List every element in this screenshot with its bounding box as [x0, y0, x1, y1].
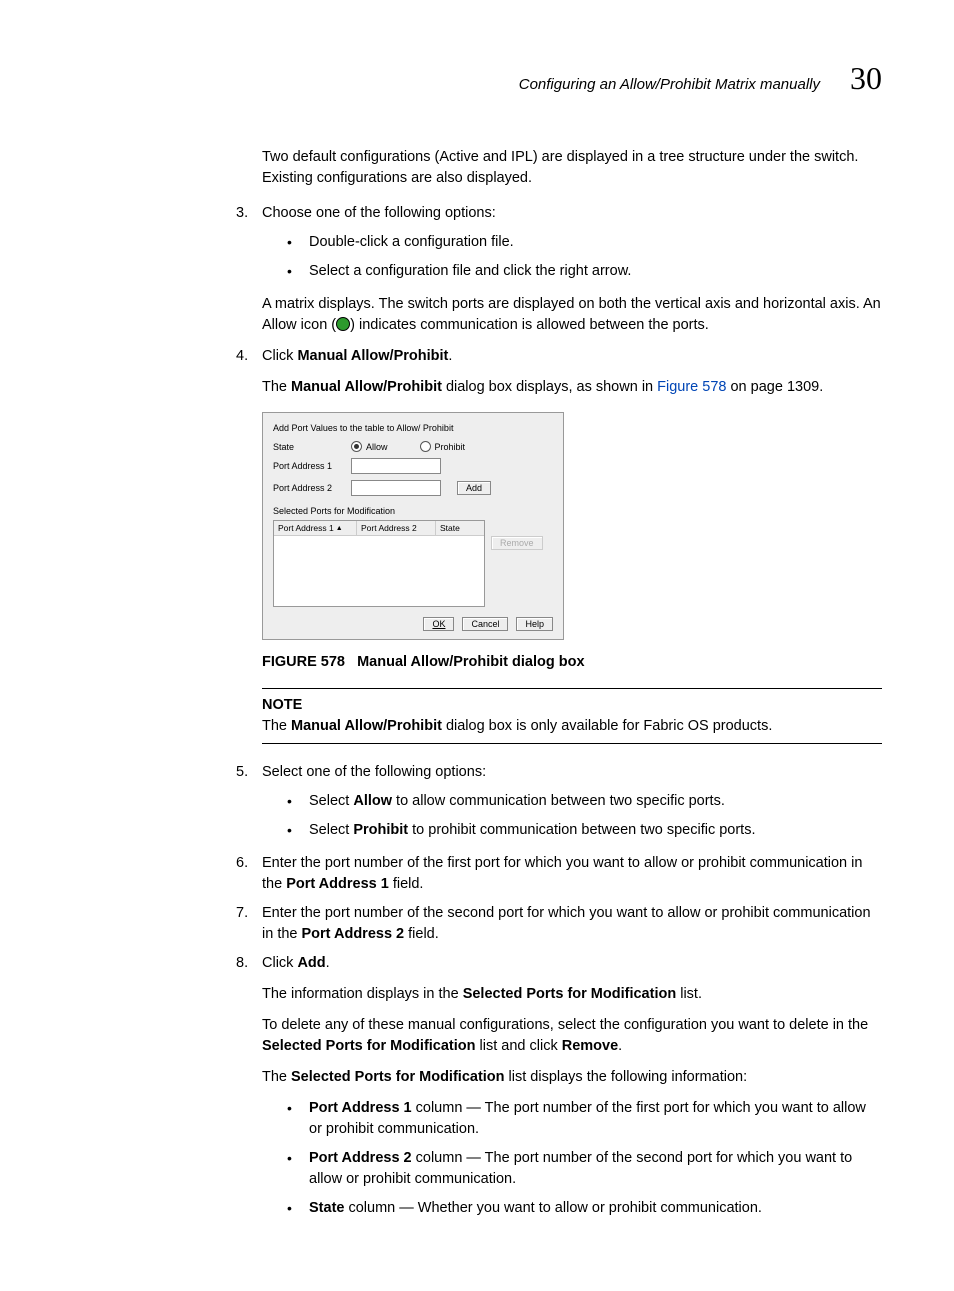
step8-p2: To delete any of these manual configurat… [262, 1015, 882, 1057]
selected-ports-heading: Selected Ports for Modification [273, 506, 553, 516]
ok-button[interactable]: OK [423, 617, 454, 631]
step5-bullets: • Select Allow to allow communication be… [72, 791, 882, 841]
cancel-button[interactable]: Cancel [462, 617, 508, 631]
bullet-text: Select a configuration file and click th… [309, 261, 882, 282]
step-number: 8. [236, 953, 262, 974]
bullet-icon: • [287, 1198, 309, 1219]
pa2-row: Port Address 2 Add [273, 480, 553, 496]
add-button[interactable]: Add [457, 481, 491, 495]
note-label: NOTE [262, 695, 882, 716]
step-number: 5. [236, 762, 262, 783]
col-port-address-1[interactable]: Port Address 1 ▲ [274, 521, 357, 535]
col-state[interactable]: State [436, 521, 484, 535]
table-side-buttons: Remove [491, 520, 543, 607]
allow-radio[interactable]: Allow [351, 441, 388, 452]
note-text: The Manual Allow/Prohibit dialog box is … [262, 716, 882, 737]
figure-caption: FIGURE 578 Manual Allow/Prohibit dialog … [262, 654, 882, 670]
bullet-text: Port Address 1 column — The port number … [309, 1098, 882, 1140]
bullet-icon: • [287, 232, 309, 253]
list-item: • Select Allow to allow communication be… [287, 791, 882, 812]
pa2-label: Port Address 2 [273, 483, 347, 493]
step-text: Choose one of the following options: [262, 203, 882, 224]
note-box: NOTE The Manual Allow/Prohibit dialog bo… [262, 688, 882, 744]
step3-after: A matrix displays. The switch ports are … [262, 294, 882, 336]
allow-icon [336, 317, 350, 331]
port-address-1-input[interactable] [351, 458, 441, 474]
step-text: Click Manual Allow/Prohibit. [262, 346, 882, 367]
pa1-row: Port Address 1 [273, 458, 553, 474]
step-text: Enter the port number of the second port… [262, 903, 882, 945]
step-6: 6. Enter the port number of the first po… [72, 853, 882, 895]
bullet-icon: • [287, 820, 309, 841]
dialog-instruction: Add Port Values to the table to Allow/ P… [273, 423, 553, 433]
bullet-icon: • [287, 791, 309, 812]
list-item: • Select Prohibit to prohibit communicat… [287, 820, 882, 841]
bullet-text: Port Address 2 column — The port number … [309, 1148, 882, 1190]
figure-link[interactable]: Figure 578 [657, 379, 726, 395]
step8-p3: The Selected Ports for Modification list… [262, 1067, 882, 1088]
step3-bullets: • Double-click a configuration file. • S… [72, 232, 882, 282]
prohibit-radio[interactable]: Prohibit [420, 441, 466, 452]
page: Configuring an Allow/Prohibit Matrix man… [0, 0, 954, 1291]
state-row: State Allow Prohibit [273, 441, 553, 452]
bullet-text: Select Prohibit to prohibit communicatio… [309, 820, 882, 841]
bullet-text: Double-click a configuration file. [309, 232, 882, 253]
remove-button[interactable]: Remove [491, 536, 543, 550]
manual-allow-prohibit-dialog: Add Port Values to the table to Allow/ P… [262, 412, 564, 640]
selected-ports-table-area: Port Address 1 ▲ Port Address 2 State Re… [273, 520, 553, 607]
radio-icon [420, 441, 431, 452]
state-label: State [273, 442, 347, 452]
page-header: Configuring an Allow/Prohibit Matrix man… [72, 60, 882, 97]
step-text: Select one of the following options: [262, 762, 882, 783]
step-5: 5. Select one of the following options: [72, 762, 882, 783]
step8-p1: The information displays in the Selected… [262, 984, 882, 1005]
step-text: Click Add. [262, 953, 882, 974]
step-text: Enter the port number of the first port … [262, 853, 882, 895]
table-header-row: Port Address 1 ▲ Port Address 2 State [274, 521, 484, 536]
step-number: 6. [236, 853, 262, 895]
list-item: • Port Address 1 column — The port numbe… [287, 1098, 882, 1140]
bullet-text: State column — Whether you want to allow… [309, 1198, 882, 1219]
sort-asc-icon: ▲ [336, 525, 343, 532]
bullet-text: Select Allow to allow communication betw… [309, 791, 882, 812]
port-address-2-input[interactable] [351, 480, 441, 496]
selected-ports-table[interactable]: Port Address 1 ▲ Port Address 2 State [273, 520, 485, 607]
bullet-icon: • [287, 261, 309, 282]
dialog-footer: OK Cancel Help [273, 617, 553, 631]
list-item: • State column — Whether you want to all… [287, 1198, 882, 1219]
step-3: 3. Choose one of the following options: [72, 203, 882, 224]
help-button[interactable]: Help [516, 617, 553, 631]
step-8: 8. Click Add. [72, 953, 882, 974]
col-port-address-2[interactable]: Port Address 2 [357, 521, 436, 535]
pa1-label: Port Address 1 [273, 461, 347, 471]
list-item: • Port Address 2 column — The port numbe… [287, 1148, 882, 1190]
header-title: Configuring an Allow/Prohibit Matrix man… [519, 76, 820, 93]
chapter-number: 30 [850, 60, 882, 97]
list-item: • Select a configuration file and click … [287, 261, 882, 282]
step-number: 4. [236, 346, 262, 367]
bullet-icon: • [287, 1098, 309, 1140]
step-4: 4. Click Manual Allow/Prohibit. [72, 346, 882, 367]
bullet-icon: • [287, 1148, 309, 1190]
step4-after: The Manual Allow/Prohibit dialog box dis… [262, 377, 882, 398]
step-number: 7. [236, 903, 262, 945]
list-item: • Double-click a configuration file. [287, 232, 882, 253]
radio-icon [351, 441, 362, 452]
step-number: 3. [236, 203, 262, 224]
intro-paragraph: Two default configurations (Active and I… [262, 147, 882, 189]
step-7: 7. Enter the port number of the second p… [72, 903, 882, 945]
figure-578: Add Port Values to the table to Allow/ P… [262, 412, 882, 670]
step8-bullets: • Port Address 1 column — The port numbe… [72, 1098, 882, 1219]
